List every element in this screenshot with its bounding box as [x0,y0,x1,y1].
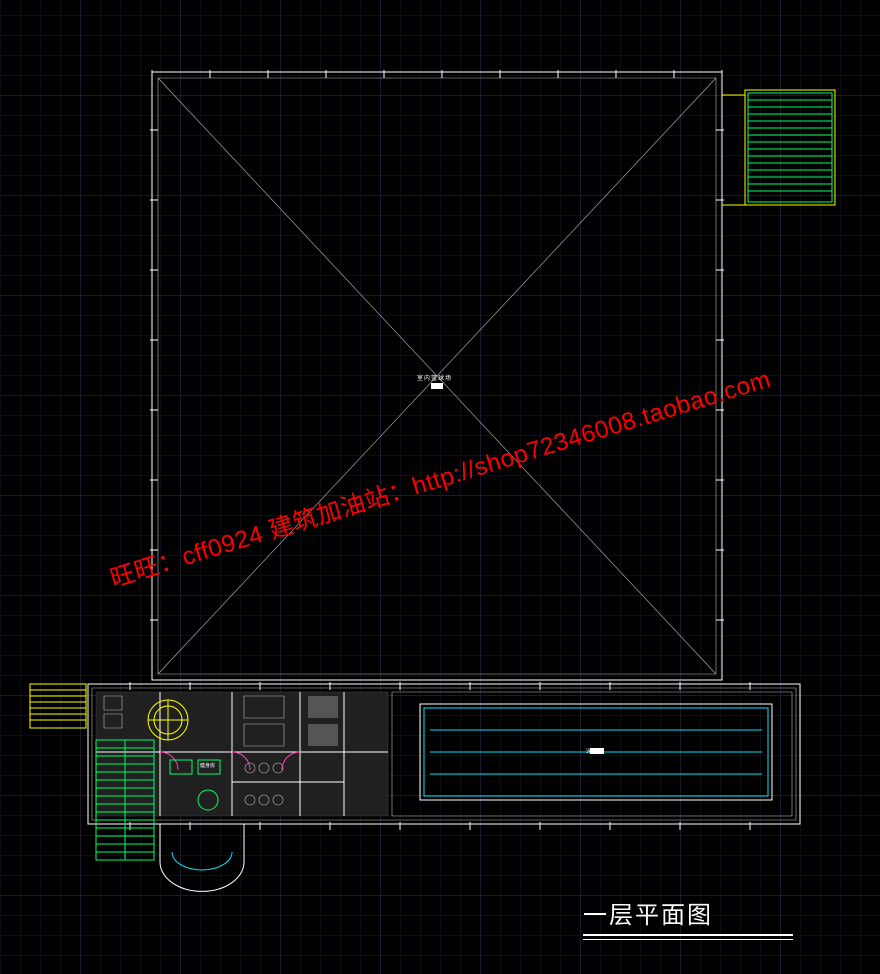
drawing-title-block: 一层平面图 [583,895,793,940]
pool-label: 泳池 [586,748,596,755]
title-underline-thin [583,939,793,940]
title-underline-thick [583,934,793,936]
hall-label: 室内篮球场 [417,373,452,382]
gym-label: 健身房 [200,762,215,769]
cad-drawing [0,0,880,974]
drawing-title: 一层平面图 [583,895,793,930]
stair-upper-right [722,90,835,205]
hall-symbol [431,383,443,389]
cad-canvas: 室内篮球场 健身房 泳池 一层平面图 旺旺：cff0924 建筑加油站：http… [0,0,880,974]
rooms-cluster [96,692,388,816]
